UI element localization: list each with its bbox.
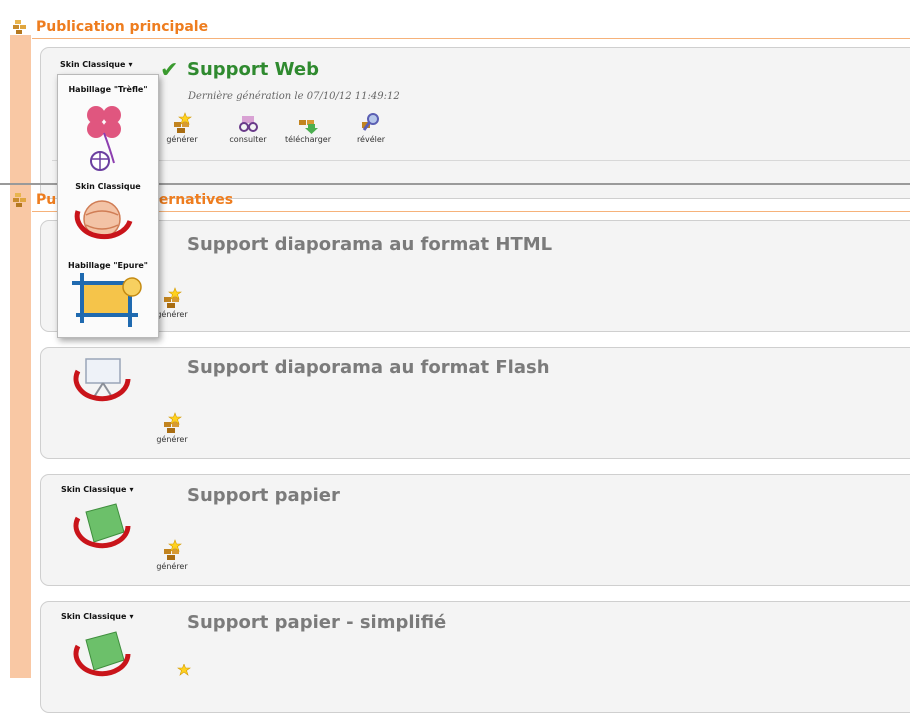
skin-dropdown-label: Skin Classique <box>61 485 127 494</box>
download-button[interactable]: télécharger <box>278 112 338 144</box>
reveal-button[interactable]: révéler <box>341 112 401 144</box>
bricks-star-icon <box>164 412 182 433</box>
card-divider <box>52 160 910 161</box>
action-label: générer <box>156 435 188 444</box>
chevron-down-icon: ▾ <box>128 60 133 69</box>
alt-card-title: Support diaporama au format HTML <box>187 234 553 255</box>
consult-button[interactable]: consulter <box>218 112 278 144</box>
section-header-main: Publication principale <box>12 16 208 38</box>
alt-card-title: Support papier - simplifié <box>187 612 447 633</box>
action-label: générer <box>166 135 198 144</box>
action-label: générer <box>156 310 188 319</box>
action-label: télécharger <box>284 135 331 144</box>
skin-dropdown-web[interactable]: Skin Classique ▾ <box>60 60 132 69</box>
section-divider <box>32 211 910 212</box>
bricks-star-icon <box>177 664 191 676</box>
projector-screen-icon <box>73 358 131 402</box>
alt-card-title: Support papier <box>187 485 340 506</box>
action-label: générer <box>156 562 188 571</box>
alt-card-paper-simplified <box>40 601 910 713</box>
skin-dropdown-label: Skin Classique <box>60 60 126 69</box>
skin-dropdown-paper-simplified[interactable]: Skin Classique ▾ <box>61 612 133 621</box>
bricks-star-icon <box>174 112 192 133</box>
action-label: révéler <box>356 135 386 144</box>
bricks-star-icon <box>164 287 182 308</box>
bricks-icon <box>13 193 26 207</box>
web-support-title: Support Web <box>187 59 319 80</box>
paper-sheet-icon <box>73 503 131 549</box>
bricks-icon <box>13 20 26 34</box>
skin-dropdown-label: Skin Classique <box>61 612 127 621</box>
chevron-down-icon: ▾ <box>129 485 134 494</box>
clover-icon[interactable] <box>80 99 132 173</box>
skin-option-epure-label[interactable]: Habillage "Epure" <box>58 261 158 270</box>
skin-option-trefle-label[interactable]: Habillage "Trèfle" <box>58 85 158 94</box>
checkmark-icon: ✔ <box>160 57 179 82</box>
action-label: consulter <box>229 135 267 144</box>
generate-button[interactable]: générer <box>142 539 202 571</box>
glasses-icon <box>239 116 258 132</box>
skin-option-classique-label[interactable]: Skin Classique <box>58 182 158 191</box>
last-generation-date: Dernière génération le 07/10/12 11:49:12 <box>188 91 400 102</box>
classic-globe-icon[interactable] <box>72 193 136 249</box>
generate-button[interactable]: générer <box>152 112 212 144</box>
section-divider <box>32 38 910 39</box>
download-icon <box>299 120 318 134</box>
chevron-down-icon: ▾ <box>129 612 134 621</box>
generate-button[interactable]: générer <box>142 412 202 444</box>
epure-frame-icon[interactable] <box>70 273 150 329</box>
skin-dropdown-paper[interactable]: Skin Classique ▾ <box>61 485 133 494</box>
left-accent-bar <box>10 35 31 678</box>
skin-menu: Habillage "Trèfle" Skin Classique Habill… <box>57 74 159 338</box>
section-title-main: Publication principale <box>36 19 209 35</box>
bricks-star-icon <box>164 539 182 560</box>
alt-card-title: Support diaporama au format Flash <box>187 357 550 378</box>
paper-sheet-icon <box>73 631 131 677</box>
magnify-icon <box>362 113 379 131</box>
